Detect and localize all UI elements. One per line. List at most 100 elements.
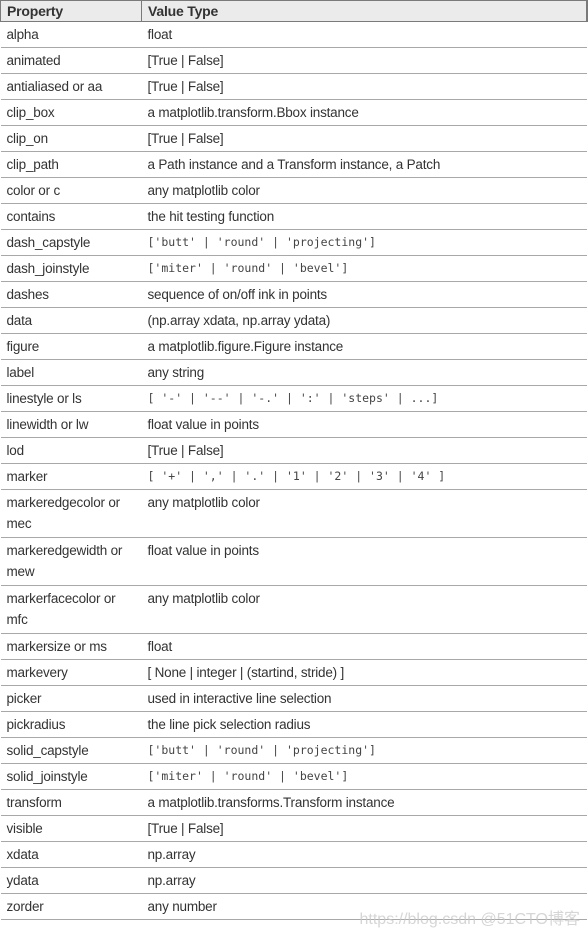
header-row: Property Value Type <box>0 0 588 22</box>
value-type-cell: any matplotlib color <box>141 489 587 538</box>
table-row: solid_capstyle ['butt' | 'round' | 'proje… <box>0 737 587 764</box>
value-type-cell: [ '-' | '--' | '-.' | ':' | 'steps' | ..… <box>141 385 587 412</box>
table-row: clip_path a Path instance and a Transform… <box>0 151 587 178</box>
table-row: markeredgewidth or mew float value in poi… <box>0 537 587 586</box>
property-cell: dashes <box>0 281 142 308</box>
table-row: antialiased or aa [True | False] <box>0 73 587 100</box>
value-type-cell: ['miter' | 'round' | 'bevel'] <box>141 255 587 282</box>
value-type-cell: [True | False] <box>141 125 587 152</box>
value-type-cell: the hit testing function <box>141 203 587 230</box>
table-row: picker used in interactive line selection <box>0 685 587 712</box>
value-type-cell: [True | False] <box>141 47 587 74</box>
table-row: dash_capstyle ['butt' | 'round' | 'projec… <box>0 229 587 256</box>
value-type-cell: [ None | integer | (startind, stride) ] <box>141 659 587 686</box>
property-cell: markerfacecolor or mfc <box>0 585 142 634</box>
table-row: clip_box a matplotlib.transform.Bbox inst… <box>0 99 587 126</box>
table-row: alpha float <box>0 21 587 48</box>
property-cell: data <box>0 307 142 334</box>
property-cell: visible <box>0 815 142 842</box>
property-cell: clip_on <box>0 125 142 152</box>
value-type-cell: any matplotlib color <box>141 585 587 634</box>
table-row: contains the hit testing function <box>0 203 587 230</box>
table-row: markersize or ms float <box>0 633 587 660</box>
value-type-cell: any string <box>141 359 587 386</box>
value-type-cell: [True | False] <box>141 815 587 842</box>
property-cell: linestyle or ls <box>0 385 142 412</box>
property-cell: clip_path <box>0 151 142 178</box>
property-cell: markeredgewidth or mew <box>0 537 142 586</box>
table-row: dashes sequence of on/off ink in points <box>0 281 587 308</box>
table-row: data (np.array xdata, np.array ydata) <box>0 307 587 334</box>
value-type-cell: [ '+' | ',' | '.' | '1' | '2' | '3' | '4… <box>141 463 587 490</box>
property-cell: animated <box>0 47 142 74</box>
value-type-cell: float value in points <box>141 537 587 586</box>
property-cell: dash_joinstyle <box>0 255 142 282</box>
value-type-cell: ['butt' | 'round' | 'projecting'] <box>141 737 587 764</box>
property-cell: dash_capstyle <box>0 229 142 256</box>
table-row: zorder any number <box>0 893 587 920</box>
property-cell: color or c <box>0 177 142 204</box>
table-row: linestyle or ls[ '-' | '--' | '-.' | ':'… <box>0 385 587 412</box>
value-type-cell: the line pick selection radius <box>141 711 587 738</box>
table-row: animated [True | False] <box>0 47 587 74</box>
table-row: figure a matplotlib.figure.Figure instanc… <box>0 333 587 360</box>
table-body: alpha float animated [True | False] antialia… <box>0 21 587 920</box>
property-cell: alpha <box>0 21 142 48</box>
property-table: Property Value Type alpha float animated [T… <box>0 0 588 920</box>
value-type-cell: any matplotlib color <box>141 177 587 204</box>
value-type-cell: a matplotlib.figure.Figure instance <box>141 333 587 360</box>
table-row: xdata np.array <box>0 841 587 868</box>
table-row: visible [True | False] <box>0 815 587 842</box>
table-row: label any string <box>0 359 587 386</box>
property-cell: markeredgecolor or mec <box>0 489 142 538</box>
value-type-cell: [True | False] <box>141 437 587 464</box>
property-cell: ydata <box>0 867 142 894</box>
value-type-cell: ['butt' | 'round' | 'projecting'] <box>141 229 587 256</box>
value-type-cell: np.array <box>141 867 587 894</box>
property-cell: linewidth or lw <box>0 411 142 438</box>
table-row: clip_on [True | False] <box>0 125 587 152</box>
property-cell: picker <box>0 685 142 712</box>
value-type-cell: [True | False] <box>141 73 587 100</box>
property-cell: clip_box <box>0 99 142 126</box>
value-type-cell: (np.array xdata, np.array ydata) <box>141 307 587 334</box>
table-row: marker[ '+' | ',' | '.' | '1' | '2' | '3… <box>0 463 587 490</box>
table-row: linewidth or lw float value in points <box>0 411 587 438</box>
table-row: markeredgecolor or mec any matplotlib col… <box>0 489 587 538</box>
table-row: dash_joinstyle ['miter' | 'round' | 'beve… <box>0 255 587 282</box>
property-cell: xdata <box>0 841 142 868</box>
value-type-cell: any number <box>141 893 587 920</box>
header-property: Property <box>0 0 142 22</box>
property-cell: lod <box>0 437 142 464</box>
property-cell: solid_capstyle <box>0 737 142 764</box>
property-cell: markevery <box>0 659 142 686</box>
value-type-cell: a Path instance and a Transform instance… <box>141 151 587 178</box>
table-row: color or c any matplotlib color <box>0 177 587 204</box>
value-type-cell: float value in points <box>141 411 587 438</box>
property-cell: marker <box>0 463 142 490</box>
property-cell: zorder <box>0 893 142 920</box>
table-row: pickradius the line pick selection radius <box>0 711 587 738</box>
table-row: markevery[ None | integer | (startind, s… <box>0 659 587 686</box>
table-row: transform a matplotlib.transforms.Transfo… <box>0 789 587 816</box>
value-type-cell: a matplotlib.transforms.Transform instan… <box>141 789 587 816</box>
property-cell: contains <box>0 203 142 230</box>
value-type-cell: float <box>141 21 587 48</box>
value-type-cell: used in interactive line selection <box>141 685 587 712</box>
value-type-cell: a matplotlib.transform.Bbox instance <box>141 99 587 126</box>
property-cell: label <box>0 359 142 386</box>
property-cell: pickradius <box>0 711 142 738</box>
property-cell: markersize or ms <box>0 633 142 660</box>
header-value-type: Value Type <box>141 0 588 22</box>
value-type-cell: float <box>141 633 587 660</box>
value-type-cell: np.array <box>141 841 587 868</box>
property-cell: transform <box>0 789 142 816</box>
property-cell: figure <box>0 333 142 360</box>
value-type-cell: ['miter' | 'round' | 'bevel'] <box>141 763 587 790</box>
property-cell: antialiased or aa <box>0 73 142 100</box>
table-row: lod [True | False] <box>0 437 587 464</box>
table-row: solid_joinstyle ['miter' | 'round' | 'bev… <box>0 763 587 790</box>
table-row: ydata np.array <box>0 867 587 894</box>
property-cell: solid_joinstyle <box>0 763 142 790</box>
table-row: markerfacecolor or mfc any matplotlib col… <box>0 585 587 634</box>
